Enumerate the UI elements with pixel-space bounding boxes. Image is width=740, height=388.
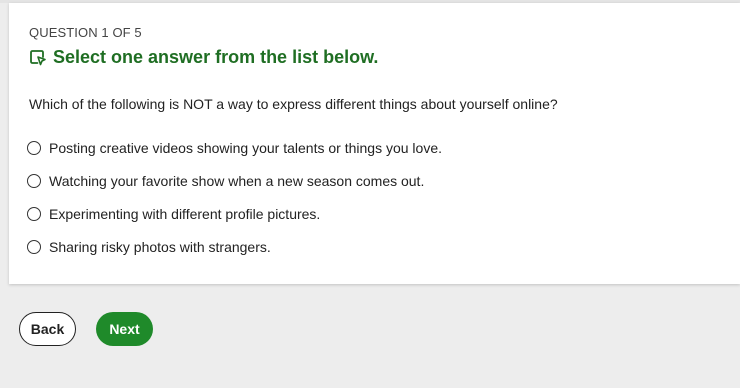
instruction-text: Select one answer from the list below. (53, 47, 379, 67)
radio-button[interactable] (27, 140, 41, 155)
radio-button[interactable] (27, 206, 41, 221)
answer-option-label: Watching your favorite show when a new s… (49, 172, 425, 189)
question-counter: QUESTION 1 OF 5 (29, 25, 142, 40)
radio-button[interactable] (27, 173, 41, 188)
answer-option-label: Experimenting with different profile pic… (49, 205, 321, 222)
answer-option-2[interactable]: Watching your favorite show when a new s… (27, 164, 442, 197)
next-button[interactable]: Next (96, 312, 153, 346)
answer-options: Posting creative videos showing your tal… (27, 131, 442, 263)
answer-option-3[interactable]: Experimenting with different profile pic… (27, 197, 442, 230)
radio-button[interactable] (27, 239, 41, 254)
question-text: Which of the following is NOT a way to e… (29, 96, 558, 112)
answer-option-label: Posting creative videos showing your tal… (49, 139, 442, 156)
answer-option-label: Sharing risky photos with strangers. (49, 238, 271, 255)
answer-option-1[interactable]: Posting creative videos showing your tal… (27, 131, 442, 164)
instruction-row: Select one answer from the list below. (29, 47, 378, 68)
answer-option-4[interactable]: Sharing risky photos with strangers. (27, 230, 442, 263)
pointer-select-icon (29, 49, 47, 67)
question-card: QUESTION 1 OF 5 Select one answer from t… (9, 3, 740, 284)
back-button[interactable]: Back (19, 312, 76, 346)
